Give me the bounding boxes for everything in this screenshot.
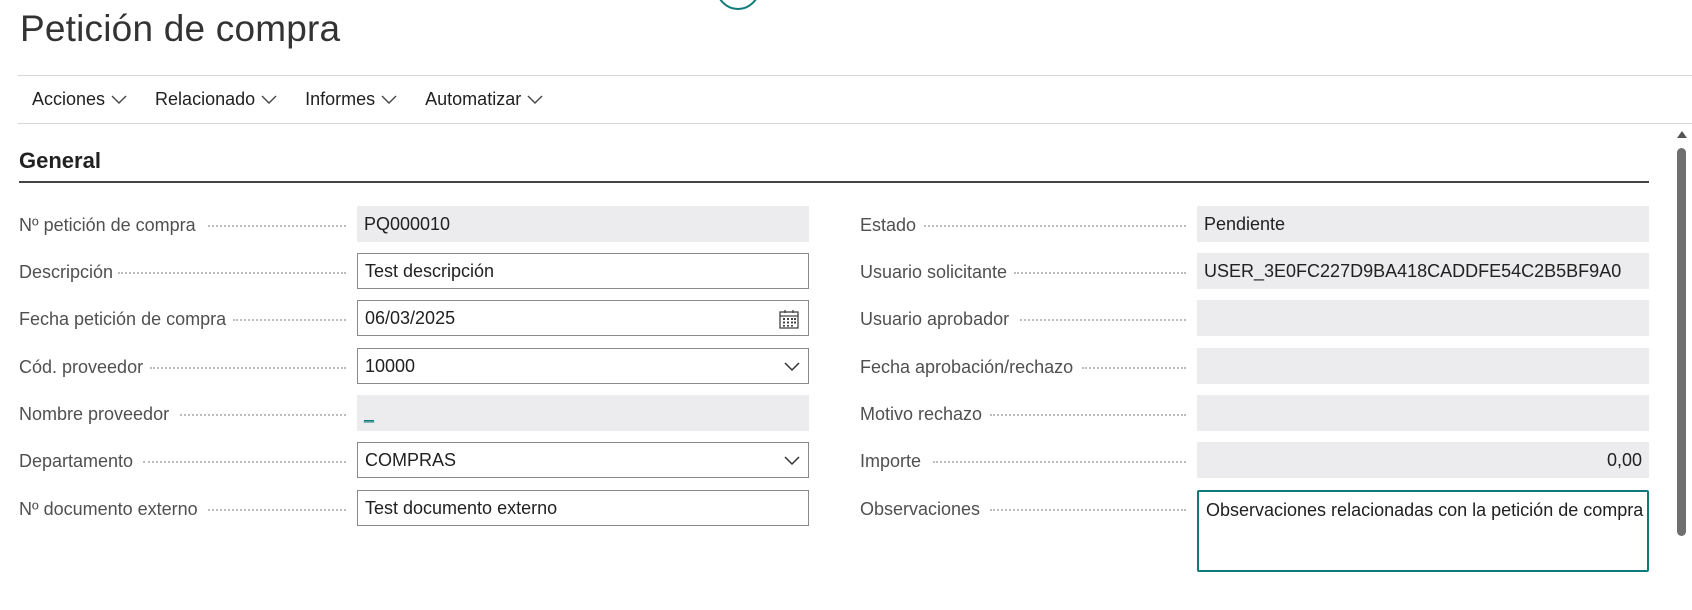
label-importe: Importe — [860, 450, 922, 471]
observaciones-value: Observaciones relacionadas con la petici… — [1206, 500, 1644, 520]
descripcion-input[interactable]: Test descripción — [357, 253, 809, 289]
num-peticion-field[interactable]: PQ000010 — [357, 206, 809, 242]
label-estado: Estado — [860, 214, 917, 235]
dot-leader — [990, 509, 1186, 511]
departamento-select[interactable]: COMPRAS — [357, 442, 809, 478]
menu-relacionado[interactable]: Relacionado — [141, 76, 291, 123]
chevron-down-icon — [381, 95, 397, 104]
fecha-aprobacion-field[interactable] — [1197, 348, 1649, 384]
chevron-down-icon[interactable] — [784, 362, 800, 372]
chevron-down-icon — [527, 95, 543, 104]
observaciones-textarea[interactable]: Observaciones relacionadas con la petici… — [1197, 490, 1649, 572]
nombre-proveedor-link[interactable]: _ — [364, 403, 374, 424]
section-title-general[interactable]: General — [19, 148, 101, 174]
dot-leader — [933, 461, 1186, 463]
label-num-peticion: Nº petición de compra — [19, 214, 196, 235]
usuario-solicitante-field[interactable]: USER_3E0FC227D9BA418CADDFE54C2B5BF9A0 — [1197, 253, 1649, 289]
dot-leader — [180, 414, 346, 416]
scroll-up-arrow-icon[interactable] — [1676, 129, 1688, 139]
label-cod-proveedor: Cód. proveedor — [19, 356, 144, 377]
label-num-documento-externo: Nº documento externo — [19, 498, 198, 519]
dot-leader — [233, 319, 346, 321]
cod-proveedor-select[interactable]: 10000 — [357, 348, 809, 384]
chevron-down-icon — [111, 95, 127, 104]
nombre-proveedor-field[interactable]: _ — [357, 395, 809, 431]
menu-acciones[interactable]: Acciones — [18, 76, 141, 123]
importe-field[interactable]: 0,00 — [1197, 442, 1649, 478]
section-rule — [19, 181, 1649, 183]
dot-leader — [208, 225, 346, 227]
fecha-peticion-input[interactable]: 06/03/2025 — [357, 300, 809, 336]
dot-leader — [990, 414, 1186, 416]
label-nombre-proveedor: Nombre proveedor — [19, 403, 170, 424]
label-usuario-aprobador: Usuario aprobador — [860, 308, 1010, 329]
calendar-icon[interactable] — [778, 308, 800, 330]
menu-label: Relacionado — [155, 89, 256, 109]
menu-label: Acciones — [32, 89, 106, 109]
dot-leader — [208, 509, 346, 511]
menu-label: Automatizar — [425, 89, 522, 109]
departamento-value: COMPRAS — [365, 449, 457, 470]
dot-leader — [1082, 367, 1186, 369]
num-documento-externo-input[interactable]: Test documento externo — [357, 490, 809, 526]
menu-label: Informes — [305, 89, 376, 109]
dot-leader — [1014, 272, 1186, 274]
chevron-down-icon[interactable] — [784, 456, 800, 466]
label-departamento: Departamento — [19, 450, 134, 471]
label-motivo-rechazo: Motivo rechazo — [860, 403, 983, 424]
action-bar: Acciones Relacionado Informes Automatiza… — [18, 76, 557, 123]
dot-leader — [150, 367, 346, 369]
usuario-aprobador-field[interactable] — [1197, 300, 1649, 336]
dot-leader — [924, 225, 1186, 227]
dot-leader — [143, 461, 346, 463]
dot-leader — [1020, 319, 1186, 321]
action-bar-divider — [18, 123, 1692, 124]
estado-field[interactable]: Pendiente — [1197, 206, 1649, 242]
cod-proveedor-value: 10000 — [365, 355, 416, 376]
menu-automatizar[interactable]: Automatizar — [411, 76, 557, 123]
top-partial-circle — [716, 0, 760, 10]
label-descripcion: Descripción — [19, 261, 114, 282]
fecha-peticion-value: 06/03/2025 — [365, 307, 456, 328]
chevron-down-icon — [261, 95, 277, 104]
page-title: Petición de compra — [20, 8, 341, 49]
label-fecha-aprobacion: Fecha aprobación/rechazo — [860, 356, 1074, 377]
motivo-rechazo-field[interactable] — [1197, 395, 1649, 431]
dot-leader — [118, 272, 346, 274]
label-fecha-peticion: Fecha petición de compra — [19, 308, 227, 329]
menu-informes[interactable]: Informes — [291, 76, 411, 123]
scrollbar-thumb[interactable] — [1677, 148, 1686, 536]
label-usuario-solicitante: Usuario solicitante — [860, 261, 1008, 282]
label-observaciones: Observaciones — [860, 498, 981, 519]
